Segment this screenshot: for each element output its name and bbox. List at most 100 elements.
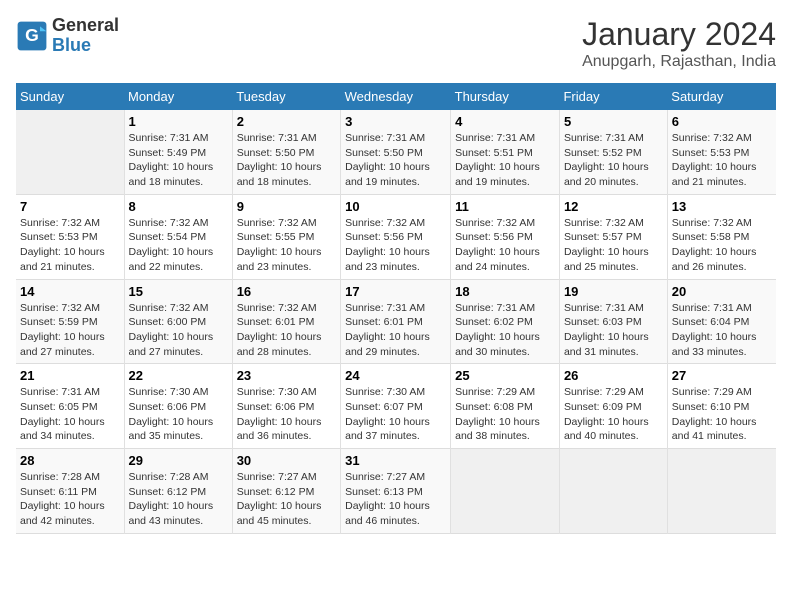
col-header-saturday: Saturday — [667, 83, 776, 110]
day-cell: 11 Sunrise: 7:32 AM Sunset: 5:56 PM Dayli… — [451, 194, 560, 279]
day-cell: 8 Sunrise: 7:32 AM Sunset: 5:54 PM Daylig… — [124, 194, 232, 279]
day-number: 15 — [129, 284, 228, 299]
day-detail: Sunrise: 7:32 AM Sunset: 5:54 PM Dayligh… — [129, 216, 228, 275]
day-number: 3 — [345, 114, 446, 129]
week-row-2: 7 Sunrise: 7:32 AM Sunset: 5:53 PM Daylig… — [16, 194, 776, 279]
day-detail: Sunrise: 7:30 AM Sunset: 6:06 PM Dayligh… — [237, 385, 336, 444]
day-number: 2 — [237, 114, 336, 129]
header: G General Blue January 2024 Anupgarh, Ra… — [16, 16, 776, 71]
day-cell: 25 Sunrise: 7:29 AM Sunset: 6:08 PM Dayli… — [451, 364, 560, 449]
week-row-1: 1 Sunrise: 7:31 AM Sunset: 5:49 PM Daylig… — [16, 110, 776, 194]
col-header-friday: Friday — [559, 83, 667, 110]
week-row-5: 28Sunrise: 7:28 AM Sunset: 6:11 PM Dayli… — [16, 449, 776, 534]
day-cell: 1 Sunrise: 7:31 AM Sunset: 5:49 PM Daylig… — [124, 110, 232, 194]
day-detail: Sunrise: 7:32 AM Sunset: 5:56 PM Dayligh… — [345, 216, 446, 275]
day-cell: 4Sunrise: 7:31 AM Sunset: 5:51 PM Daylig… — [451, 110, 560, 194]
day-cell — [16, 110, 124, 194]
day-number: 19 — [564, 284, 663, 299]
day-number: 23 — [237, 368, 336, 383]
day-number: 22 — [129, 368, 228, 383]
day-cell: 28Sunrise: 7:28 AM Sunset: 6:11 PM Dayli… — [16, 449, 124, 534]
subtitle: Anupgarh, Rajasthan, India — [582, 53, 776, 71]
week-row-3: 14 Sunrise: 7:32 AM Sunset: 5:59 PM Dayli… — [16, 279, 776, 364]
day-number: 11 — [455, 199, 555, 214]
day-detail: Sunrise: 7:31 AM Sunset: 5:52 PM Dayligh… — [564, 131, 663, 190]
main-title: January 2024 — [582, 16, 776, 53]
day-number: 28 — [20, 453, 120, 468]
day-number: 13 — [672, 199, 772, 214]
svg-text:G: G — [25, 25, 39, 45]
day-cell: 30Sunrise: 7:27 AM Sunset: 6:12 PM Dayli… — [232, 449, 340, 534]
day-detail: Sunrise: 7:27 AM Sunset: 6:12 PM Dayligh… — [237, 470, 336, 529]
day-number: 20 — [672, 284, 772, 299]
day-cell — [451, 449, 560, 534]
day-number: 18 — [455, 284, 555, 299]
day-number: 16 — [237, 284, 336, 299]
day-number: 4 — [455, 114, 555, 129]
day-cell: 22 Sunrise: 7:30 AM Sunset: 6:06 PM Dayli… — [124, 364, 232, 449]
day-number: 1 — [129, 114, 228, 129]
day-cell: 7 Sunrise: 7:32 AM Sunset: 5:53 PM Daylig… — [16, 194, 124, 279]
day-cell: 15 Sunrise: 7:32 AM Sunset: 6:00 PM Dayli… — [124, 279, 232, 364]
day-detail: Sunrise: 7:32 AM Sunset: 6:00 PM Dayligh… — [129, 301, 228, 360]
day-number: 17 — [345, 284, 446, 299]
day-cell: 16 Sunrise: 7:32 AM Sunset: 6:01 PM Dayli… — [232, 279, 340, 364]
day-detail: Sunrise: 7:32 AM Sunset: 5:59 PM Dayligh… — [20, 301, 120, 360]
day-cell: 24 Sunrise: 7:30 AM Sunset: 6:07 PM Dayli… — [341, 364, 451, 449]
day-detail: Sunrise: 7:27 AM Sunset: 6:13 PM Dayligh… — [345, 470, 446, 529]
day-number: 14 — [20, 284, 120, 299]
day-cell: 18 Sunrise: 7:31 AM Sunset: 6:02 PM Dayli… — [451, 279, 560, 364]
day-cell: 3 Sunrise: 7:31 AM Sunset: 5:50 PM Daylig… — [341, 110, 451, 194]
day-cell: 26 Sunrise: 7:29 AM Sunset: 6:09 PM Dayli… — [559, 364, 667, 449]
day-cell: 13 Sunrise: 7:32 AM Sunset: 5:58 PM Dayli… — [667, 194, 776, 279]
logo: G General Blue — [16, 16, 119, 56]
day-cell: 2Sunrise: 7:31 AM Sunset: 5:50 PM Daylig… — [232, 110, 340, 194]
day-detail: Sunrise: 7:29 AM Sunset: 6:09 PM Dayligh… — [564, 385, 663, 444]
day-number: 6 — [672, 114, 772, 129]
day-number: 26 — [564, 368, 663, 383]
day-cell: 14 Sunrise: 7:32 AM Sunset: 5:59 PM Dayli… — [16, 279, 124, 364]
day-detail: Sunrise: 7:29 AM Sunset: 6:08 PM Dayligh… — [455, 385, 555, 444]
day-detail: Sunrise: 7:31 AM Sunset: 6:02 PM Dayligh… — [455, 301, 555, 360]
day-number: 24 — [345, 368, 446, 383]
col-header-sunday: Sunday — [16, 83, 124, 110]
day-number: 31 — [345, 453, 446, 468]
day-cell — [559, 449, 667, 534]
day-number: 29 — [129, 453, 228, 468]
calendar-table: SundayMondayTuesdayWednesdayThursdayFrid… — [16, 83, 776, 534]
day-detail: Sunrise: 7:31 AM Sunset: 5:49 PM Dayligh… — [129, 131, 228, 190]
day-detail: Sunrise: 7:32 AM Sunset: 5:57 PM Dayligh… — [564, 216, 663, 275]
day-detail: Sunrise: 7:28 AM Sunset: 6:12 PM Dayligh… — [129, 470, 228, 529]
day-number: 10 — [345, 199, 446, 214]
day-detail: Sunrise: 7:32 AM Sunset: 5:56 PM Dayligh… — [455, 216, 555, 275]
day-detail: Sunrise: 7:30 AM Sunset: 6:07 PM Dayligh… — [345, 385, 446, 444]
day-detail: Sunrise: 7:29 AM Sunset: 6:10 PM Dayligh… — [672, 385, 772, 444]
day-cell — [667, 449, 776, 534]
day-detail: Sunrise: 7:31 AM Sunset: 5:50 PM Dayligh… — [345, 131, 446, 190]
day-detail: Sunrise: 7:30 AM Sunset: 6:06 PM Dayligh… — [129, 385, 228, 444]
day-cell: 12 Sunrise: 7:32 AM Sunset: 5:57 PM Dayli… — [559, 194, 667, 279]
day-number: 25 — [455, 368, 555, 383]
day-cell: 20Sunrise: 7:31 AM Sunset: 6:04 PM Dayli… — [667, 279, 776, 364]
day-cell: 6Sunrise: 7:32 AM Sunset: 5:53 PM Daylig… — [667, 110, 776, 194]
col-header-thursday: Thursday — [451, 83, 560, 110]
day-cell: 21Sunrise: 7:31 AM Sunset: 6:05 PM Dayli… — [16, 364, 124, 449]
col-header-monday: Monday — [124, 83, 232, 110]
day-cell: 17 Sunrise: 7:31 AM Sunset: 6:01 PM Dayli… — [341, 279, 451, 364]
day-cell: 23 Sunrise: 7:30 AM Sunset: 6:06 PM Dayli… — [232, 364, 340, 449]
day-detail: Sunrise: 7:32 AM Sunset: 6:01 PM Dayligh… — [237, 301, 336, 360]
day-number: 8 — [129, 199, 228, 214]
day-number: 12 — [564, 199, 663, 214]
day-detail: Sunrise: 7:32 AM Sunset: 5:53 PM Dayligh… — [20, 216, 120, 275]
day-number: 5 — [564, 114, 663, 129]
logo-icon: G — [16, 20, 48, 52]
logo-text: General Blue — [52, 16, 119, 56]
day-number: 27 — [672, 368, 772, 383]
day-detail: Sunrise: 7:31 AM Sunset: 6:01 PM Dayligh… — [345, 301, 446, 360]
day-cell: 5 Sunrise: 7:31 AM Sunset: 5:52 PM Daylig… — [559, 110, 667, 194]
col-header-tuesday: Tuesday — [232, 83, 340, 110]
day-number: 7 — [20, 199, 120, 214]
day-number: 9 — [237, 199, 336, 214]
day-cell: 9Sunrise: 7:32 AM Sunset: 5:55 PM Daylig… — [232, 194, 340, 279]
day-detail: Sunrise: 7:32 AM Sunset: 5:58 PM Dayligh… — [672, 216, 772, 275]
